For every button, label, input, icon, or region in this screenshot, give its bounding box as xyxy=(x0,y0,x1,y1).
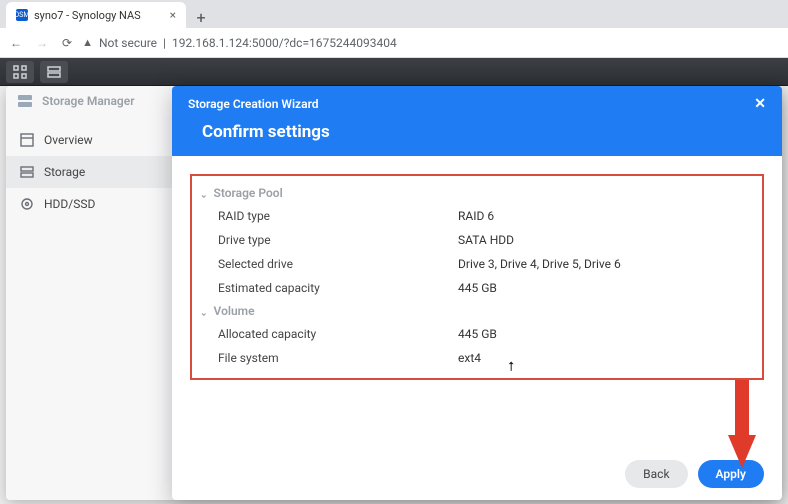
storage-creation-wizard: Storage Creation Wizard ✕ Confirm settin… xyxy=(172,86,782,500)
browser-tab-strip: DSM syno7 - Synology NAS × + xyxy=(0,0,788,28)
settings-summary: ⌃ Storage Pool RAID type RAID 6 Drive ty… xyxy=(190,174,764,380)
window-title: Storage Manager xyxy=(42,94,135,108)
label: Selected drive xyxy=(218,257,458,271)
value: 445 GB xyxy=(458,327,497,341)
forward-icon: → xyxy=(36,36,48,50)
url-separator: | xyxy=(163,36,166,50)
url-text: 192.168.1.124:5000/?dc=1675244093404 xyxy=(172,36,397,50)
sidebar: Overview Storage HDD/SSD xyxy=(6,116,172,500)
browser-toolbar: ← → ⟳ ▲ Not secure | 192.168.1.124:5000/… xyxy=(0,28,788,58)
value: SATA HDD xyxy=(458,233,514,247)
sidebar-item-label: HDD/SSD xyxy=(44,197,95,211)
chevron-down-icon: ⌃ xyxy=(200,188,208,198)
row-selected-drive: Selected drive Drive 3, Drive 4, Drive 5… xyxy=(200,252,754,276)
section-title: Volume xyxy=(214,304,255,318)
label: Estimated capacity xyxy=(218,281,458,295)
label: File system xyxy=(218,351,458,365)
wizard-footer: Back Apply xyxy=(172,448,782,500)
new-tab-button[interactable]: + xyxy=(190,6,212,28)
section-storage-pool[interactable]: ⌃ Storage Pool xyxy=(200,182,754,204)
sidebar-item-label: Storage xyxy=(44,165,85,179)
row-estimated-capacity: Estimated capacity 445 GB xyxy=(200,276,754,300)
row-raid-type: RAID type RAID 6 xyxy=(200,204,754,228)
back-icon[interactable]: ← xyxy=(10,36,22,50)
section-title: Storage Pool xyxy=(214,186,283,200)
sidebar-item-label: Overview xyxy=(44,133,93,147)
taskbar-storage-icon[interactable] xyxy=(40,61,68,83)
nav-arrows: ← → ⟳ xyxy=(10,36,72,50)
chevron-down-icon: ⌃ xyxy=(200,306,208,316)
wizard-header: Storage Creation Wizard ✕ Confirm settin… xyxy=(172,86,782,156)
taskbar-grid-icon[interactable] xyxy=(6,61,34,83)
wizard-subtitle: Storage Creation Wizard xyxy=(188,97,319,111)
value: ext4 xyxy=(458,351,481,365)
not-secure-icon: ▲ xyxy=(82,36,93,49)
section-volume[interactable]: ⌃ Volume xyxy=(200,300,754,322)
row-file-system: File system ext4 xyxy=(200,346,754,370)
storage-manager-icon xyxy=(16,92,34,110)
close-icon[interactable]: ✕ xyxy=(754,96,766,112)
row-drive-type: Drive type SATA HDD xyxy=(200,228,754,252)
label: RAID type xyxy=(218,209,458,223)
dsm-taskbar xyxy=(0,58,788,86)
favicon: DSM xyxy=(16,9,28,21)
value: Drive 3, Drive 4, Drive 5, Drive 6 xyxy=(458,257,621,271)
security-label: Not secure xyxy=(99,36,157,50)
value: 445 GB xyxy=(458,281,497,295)
tab-title: syno7 - Synology NAS xyxy=(34,9,141,22)
wizard-body: ⌃ Storage Pool RAID type RAID 6 Drive ty… xyxy=(172,156,782,448)
close-tab-icon[interactable]: × xyxy=(170,8,176,22)
sidebar-item-overview[interactable]: Overview xyxy=(6,124,172,156)
reload-icon[interactable]: ⟳ xyxy=(62,36,72,50)
back-button[interactable]: Back xyxy=(625,460,687,488)
sidebar-item-hddssd[interactable]: HDD/SSD xyxy=(6,188,172,220)
row-allocated-capacity: Allocated capacity 445 GB xyxy=(200,322,754,346)
address-bar[interactable]: ▲ Not secure | 192.168.1.124:5000/?dc=16… xyxy=(82,36,397,50)
browser-tab[interactable]: DSM syno7 - Synology NAS × xyxy=(6,2,186,28)
label: Drive type xyxy=(218,233,458,247)
label: Allocated capacity xyxy=(218,327,458,341)
apply-button[interactable]: Apply xyxy=(698,460,764,488)
sidebar-item-storage[interactable]: Storage xyxy=(6,156,172,188)
value: RAID 6 xyxy=(458,209,494,223)
wizard-title: Confirm settings xyxy=(188,112,766,142)
